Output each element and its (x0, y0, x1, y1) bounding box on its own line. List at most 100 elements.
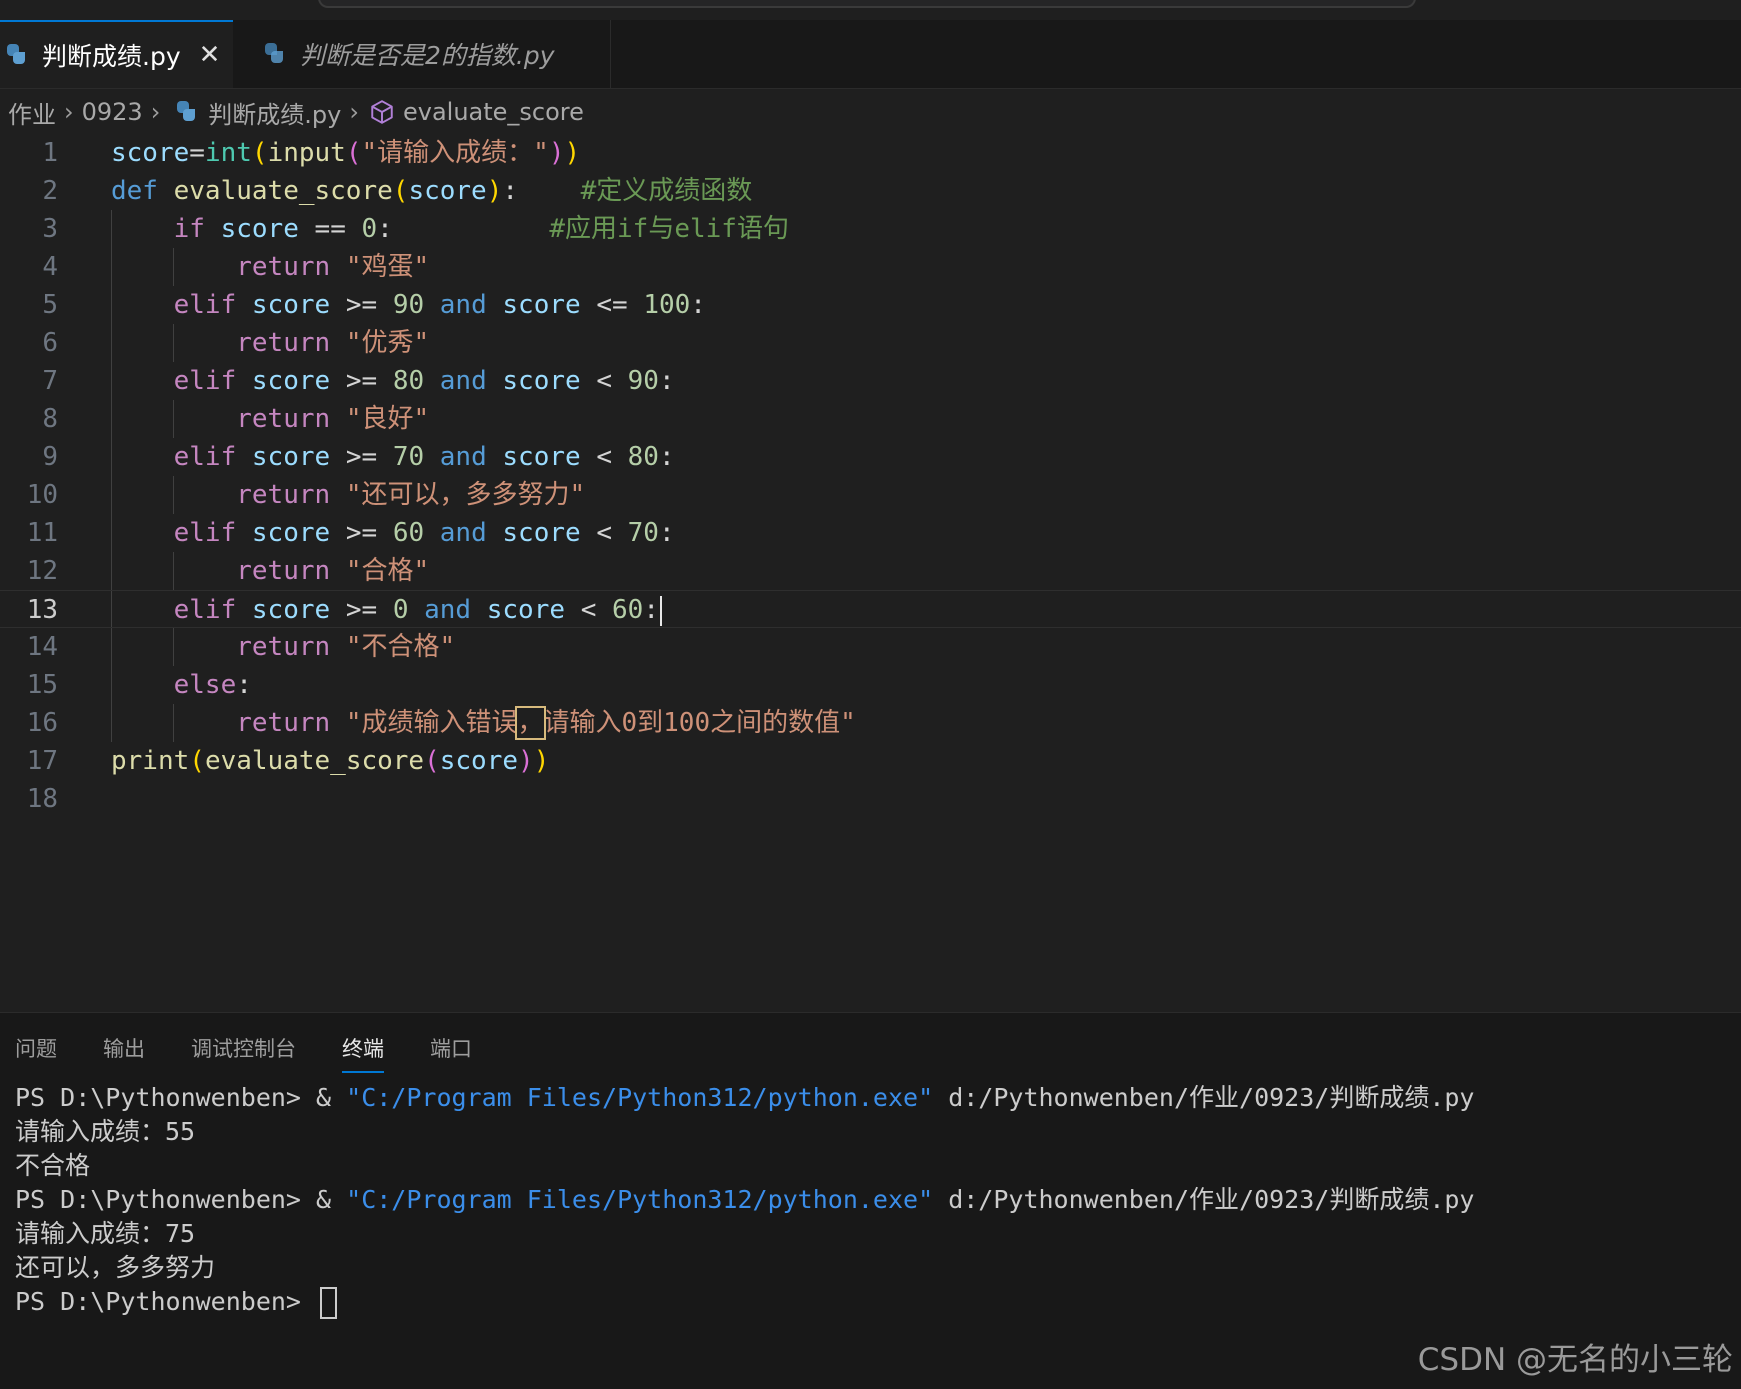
terminal-cursor (320, 1287, 338, 1319)
code-text: def evaluate_score(score): #定义成绩函数 (111, 176, 753, 206)
terminal-python-path: "C:/Program Files/Python312/python.exe" (346, 1083, 934, 1112)
terminal-prompt: PS D:\Pythonwenben> (15, 1185, 317, 1214)
line-number: 2 (42, 176, 58, 206)
terminal-script-path: d:/Pythonwenben/作业/0923/判断成绩.py (933, 1083, 1475, 1112)
code-text: elif score >= 60 and score < 70: (173, 518, 675, 548)
code-line[interactable]: 5 elif score >= 90 and score <= 100: (0, 286, 1741, 324)
breadcrumb-symbol[interactable]: evaluate_score (403, 98, 584, 126)
line-number: 11 (26, 518, 58, 548)
code-line[interactable]: 7 elif score >= 80 and score < 90: (0, 362, 1741, 400)
terminal-result: 还可以，多多努力 (15, 1253, 216, 1282)
terminal-call-operator: & (316, 1185, 347, 1214)
code-line[interactable]: 12 return "合格" (0, 552, 1741, 590)
code-line[interactable]: 2 def evaluate_score(score): #定义成绩函数 (0, 172, 1741, 210)
tab-problems[interactable]: 问题 (15, 1013, 57, 1073)
tab-power-of-two-file[interactable]: 判断是否是2的指数.py (234, 20, 611, 88)
line-number: 4 (42, 252, 58, 282)
line-number: 5 (42, 290, 58, 320)
code-line[interactable]: 16 return "成绩输入错误，请输入0到100之间的数值" (0, 704, 1741, 742)
code-editor[interactable]: 1 score=int(input("请输入成绩：")) 2 def evaluate… (0, 134, 1741, 1010)
code-text: elif score >= 70 and score < 80: (173, 442, 675, 472)
command-center-search[interactable] (318, 0, 1416, 8)
tab-output[interactable]: 输出 (103, 1013, 145, 1073)
terminal-call-operator: & (316, 1083, 347, 1112)
code-line[interactable]: 17 print(evaluate_score(score)) (0, 742, 1741, 780)
code-line[interactable]: 11 elif score >= 60 and score < 70: (0, 514, 1741, 552)
symbol-method-icon (371, 100, 393, 124)
line-number: 6 (42, 328, 58, 358)
terminal-input-prompt: 请输入成绩：55 (15, 1117, 196, 1146)
line-number: 12 (26, 556, 58, 586)
line-number: 17 (26, 746, 58, 776)
line-number: 1 (42, 138, 58, 168)
line-number: 7 (42, 366, 58, 396)
code-text: elif score >= 0 and score < 60: (111, 591, 662, 629)
terminal-current-prompt: PS D:\Pythonwenben> (15, 1285, 1474, 1319)
code-line[interactable]: 6 return "优秀" (0, 324, 1741, 362)
code-text: print(evaluate_score(score)) (111, 746, 550, 776)
tab-ports[interactable]: 端口 (430, 1013, 472, 1073)
line-number: 3 (42, 214, 58, 244)
line-number: 14 (26, 632, 58, 662)
chevron-right-icon: › (349, 98, 359, 126)
tab-label: 判断成绩.py (42, 42, 181, 71)
python-file-icon (4, 43, 28, 67)
selection-highlight: ， (515, 706, 546, 740)
tab-label: 判断是否是2的指数.py (300, 41, 555, 70)
tab-debug-console[interactable]: 调试控制台 (191, 1013, 296, 1073)
code-line[interactable]: 18 (0, 780, 1741, 818)
terminal-command-line: PS D:\Pythonwenben> & "C:/Program Files/… (15, 1183, 1474, 1217)
code-line[interactable]: 14 return "不合格" (0, 628, 1741, 666)
line-number: 8 (42, 404, 58, 434)
terminal-command-line: PS D:\Pythonwenben> & "C:/Program Files/… (15, 1081, 1474, 1115)
code-line[interactable]: 15 else: (0, 666, 1741, 704)
code-line[interactable]: 13 elif score >= 0 and score < 60: (0, 590, 1741, 628)
line-number: 10 (26, 480, 58, 510)
editor-tab-bar: 判断成绩.py ✕ 判断是否是2的指数.py (0, 20, 1741, 89)
code-text: return "不合格" (236, 632, 456, 662)
terminal-script-path: d:/Pythonwenben/作业/0923/判断成绩.py (933, 1185, 1475, 1214)
text-cursor (659, 595, 662, 626)
panel-tab-bar: 问题 输出 调试控制台 终端 端口 (0, 1013, 503, 1073)
code-text: return "合格" (236, 556, 430, 586)
code-text: return "优秀" (236, 328, 430, 358)
code-text: if score == 0: #应用if与elif语句 (173, 214, 789, 244)
code-text: elif score >= 80 and score < 90: (173, 366, 675, 396)
line-number: 18 (26, 784, 58, 814)
terminal-prompt: PS D:\Pythonwenben> (15, 1083, 317, 1112)
code-line[interactable]: 3 if score == 0: #应用if与elif语句 (0, 210, 1741, 248)
code-text: return "良好" (236, 404, 430, 434)
code-text: elif score >= 90 and score <= 100: (173, 290, 706, 320)
chevron-right-icon: › (150, 98, 161, 126)
terminal-result: 不合格 (15, 1151, 91, 1180)
breadcrumb-file[interactable]: 判断成绩.py (208, 95, 341, 130)
close-icon[interactable]: ✕ (199, 40, 221, 70)
terminal-prompt: PS D:\Pythonwenben> (15, 1287, 317, 1316)
code-line[interactable]: 1 score=int(input("请输入成绩：")) (0, 134, 1741, 172)
code-line[interactable]: 8 return "良好" (0, 400, 1741, 438)
bottom-panel: 问题 输出 调试控制台 终端 端口 PS D:\Pythonwenben> & … (0, 1012, 1741, 1389)
tab-terminal[interactable]: 终端 (342, 1013, 384, 1073)
breadcrumb-folder[interactable]: 作业 (0, 95, 56, 130)
terminal-output[interactable]: PS D:\Pythonwenben> & "C:/Program Files/… (15, 1081, 1474, 1319)
code-text: return "成绩输入错误，请输入0到100之间的数值" (236, 706, 856, 740)
line-number: 13 (26, 595, 58, 625)
watermark: CSDN @无名的小三轮 (1417, 1342, 1733, 1378)
code-text: score=int(input("请输入成绩：")) (111, 138, 581, 168)
terminal-python-path: "C:/Program Files/Python312/python.exe" (346, 1185, 934, 1214)
line-number: 16 (26, 708, 58, 738)
terminal-input-prompt: 请输入成绩：75 (15, 1219, 196, 1248)
code-text: else: (173, 670, 252, 700)
python-file-icon (262, 42, 286, 66)
code-line[interactable]: 9 elif score >= 70 and score < 80: (0, 438, 1741, 476)
title-bar (0, 0, 1741, 20)
breadcrumb: 作业 › 0923 › 判断成绩.py › evaluate_score (0, 92, 584, 132)
vscode-window: 判断成绩.py ✕ 判断是否是2的指数.py 作业 › 0923 › 判断成绩.… (0, 0, 1741, 1389)
code-line[interactable]: 4 return "鸡蛋" (0, 248, 1741, 286)
chevron-right-icon: › (64, 98, 74, 126)
tab-evaluate-score-file[interactable]: 判断成绩.py ✕ (0, 20, 233, 88)
breadcrumb-subfolder[interactable]: 0923 (82, 98, 143, 126)
line-number: 15 (26, 670, 58, 700)
line-number: 9 (42, 442, 58, 472)
code-line[interactable]: 10 return "还可以，多多努力" (0, 476, 1741, 514)
